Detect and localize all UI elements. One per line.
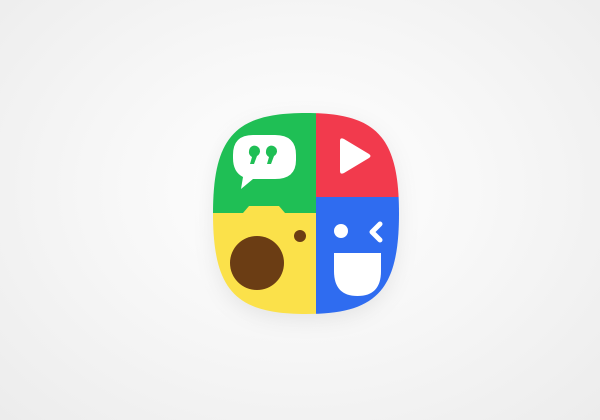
app-icon[interactable] [213, 113, 399, 314]
camera-flash-dot [294, 230, 306, 242]
app-icon-graphic [213, 113, 399, 314]
stage [0, 0, 600, 420]
